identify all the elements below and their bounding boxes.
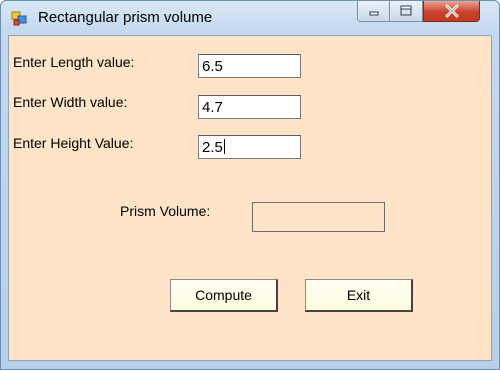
width-input-value: 4.7 [202,99,223,116]
compute-button[interactable]: Compute [170,279,278,312]
height-input[interactable]: 2.5 [198,135,301,159]
minimize-button[interactable] [357,1,390,22]
volume-label: Prism Volume: [120,203,211,219]
height-label: Enter Height Value: [13,135,134,151]
maximize-button[interactable] [390,1,423,22]
maximize-icon [400,5,412,16]
form-client-area: Enter Length value: 6.5 Enter Width valu… [8,35,492,361]
minimize-icon [369,11,378,16]
length-label: Enter Length value: [13,54,135,70]
window-title: Rectangular prism volume [38,9,213,26]
title-bar[interactable]: Rectangular prism volume [1,1,499,35]
width-input[interactable]: 4.7 [198,95,301,119]
volume-output [252,202,385,232]
width-label: Enter Width value: [13,94,128,110]
app-window: Rectangular prism volume Enter Length va… [0,0,500,370]
height-input-value: 2.5 [202,139,223,156]
length-input-value: 6.5 [202,58,223,75]
close-button[interactable] [423,1,480,22]
text-caret [223,139,225,154]
app-icon[interactable] [11,10,27,26]
length-input[interactable]: 6.5 [198,54,301,78]
exit-button[interactable]: Exit [305,279,413,312]
close-icon [445,4,458,18]
